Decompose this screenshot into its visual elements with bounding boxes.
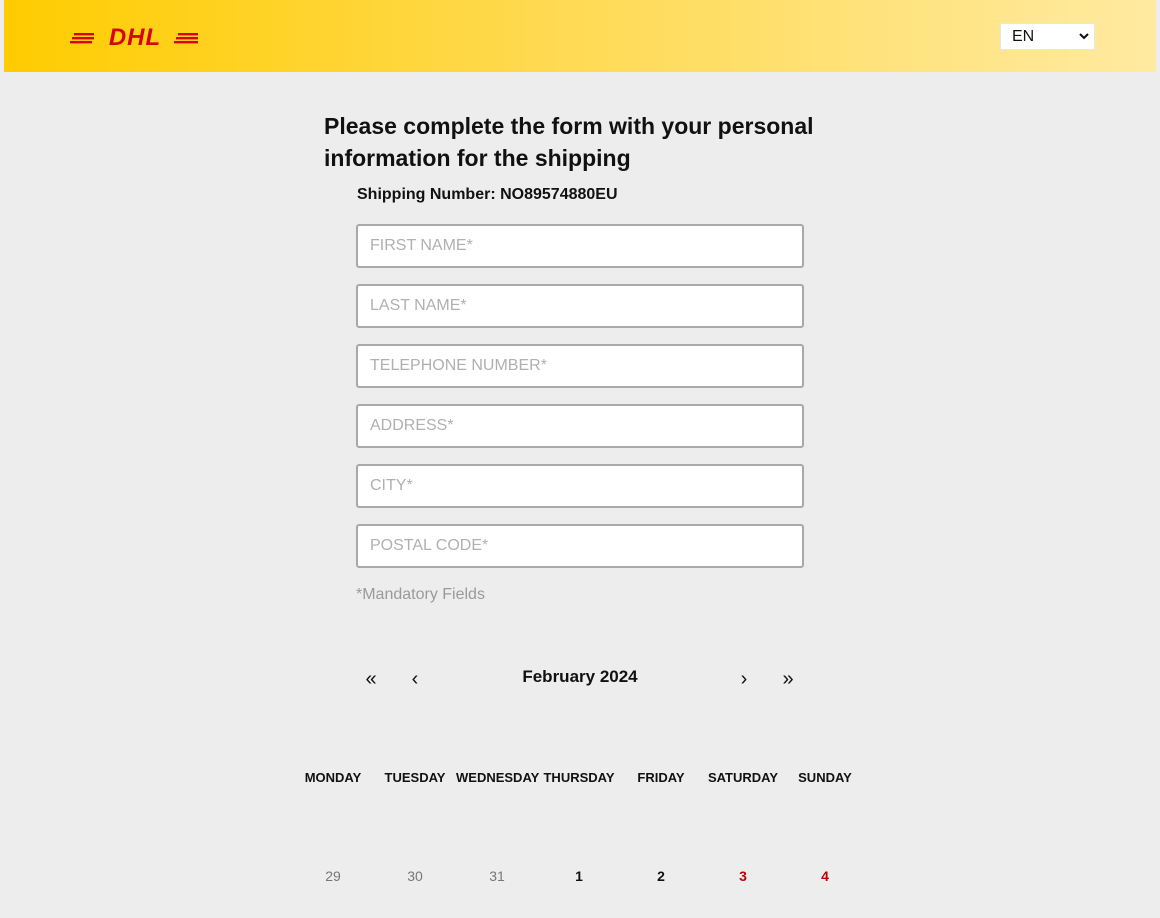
first-name-field[interactable] (356, 224, 804, 268)
language-select[interactable]: EN (1000, 23, 1095, 50)
weekday-sunday: SUNDAY (798, 770, 852, 785)
address-field[interactable] (356, 404, 804, 448)
prev-year-button[interactable]: « (358, 665, 384, 693)
weekday-tuesday: TUESDAY (384, 770, 446, 785)
mandatory-fields-note: *Mandatory Fields (356, 586, 485, 603)
last-name-field[interactable] (356, 284, 804, 328)
weekday-saturday: SATURDAY (707, 770, 779, 785)
weekday-monday: MONDAY (304, 770, 362, 785)
calendar-day[interactable]: 31 (456, 868, 538, 884)
page-title: Please complete the form with your perso… (324, 113, 814, 171)
prev-month-button[interactable]: ‹ (402, 665, 428, 693)
next-year-button[interactable]: » (775, 665, 801, 693)
calendar-day[interactable]: 1 (538, 868, 620, 884)
calendar-month-label[interactable]: February 2024 (460, 667, 700, 687)
shipping-number: Shipping Number: NO89574880EU (357, 186, 618, 203)
weekday-friday: FRIDAY (637, 770, 685, 785)
city-field[interactable] (356, 464, 804, 508)
calendar-day[interactable]: 29 (292, 868, 374, 884)
chevron-down-icon (1079, 33, 1089, 40)
weekday-thursday: THURSDAY (543, 770, 615, 785)
calendar-day[interactable]: 4 (784, 868, 866, 884)
language-select-value: EN (1012, 28, 1035, 45)
weekday-wednesday: WEDNESDAY (456, 770, 540, 785)
header-bar: DHL EN (4, 0, 1156, 72)
dhl-logo[interactable]: DHL (68, 24, 202, 48)
next-month-button[interactable]: › (731, 665, 757, 693)
calendar-day[interactable]: 30 (374, 868, 456, 884)
calendar-day[interactable]: 3 (702, 868, 784, 884)
postal-code-field[interactable] (356, 524, 804, 568)
calendar-day[interactable]: 2 (620, 868, 702, 884)
telephone-field[interactable] (356, 344, 804, 388)
svg-text:DHL: DHL (109, 24, 161, 48)
